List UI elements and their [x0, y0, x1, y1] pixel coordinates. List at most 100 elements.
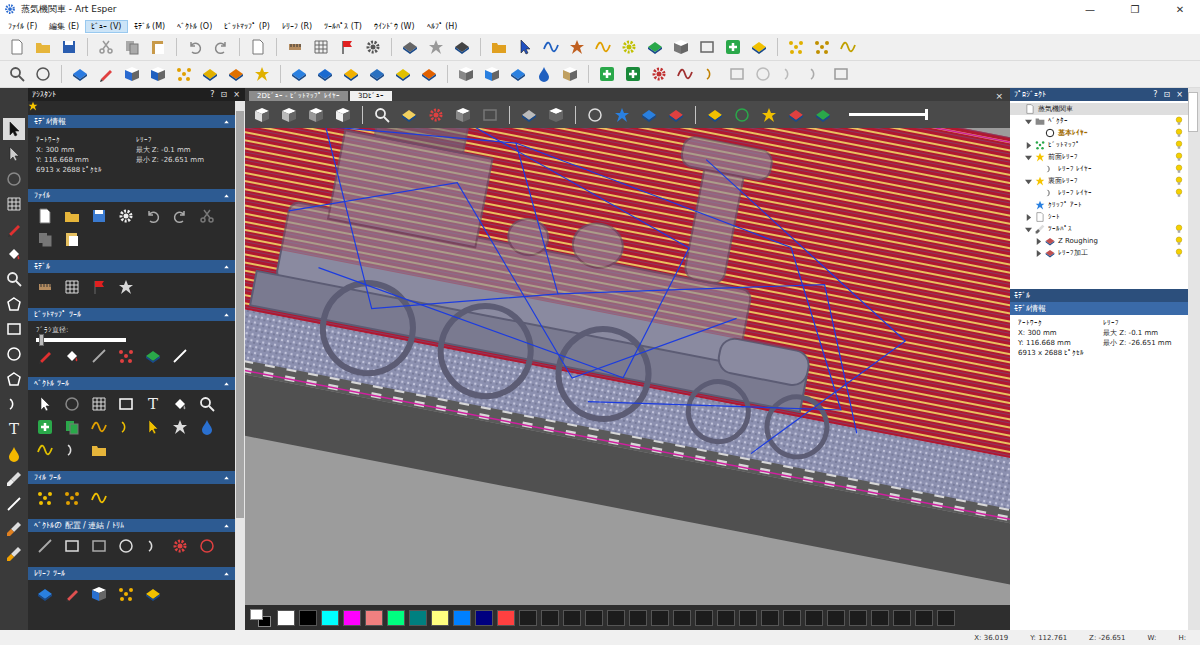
tool-button[interactable] [3, 293, 25, 315]
color-swatch[interactable] [739, 610, 757, 626]
color-swatch[interactable] [717, 610, 735, 626]
section-header[interactable]: ﾍﾞｸﾄﾙの 配置 / 連結 / ﾄﾘﾑ [28, 519, 235, 532]
tool-button[interactable] [144, 585, 162, 603]
tool-button[interactable] [90, 441, 108, 459]
tree-item[interactable]: ｼｰﾄ [1010, 211, 1188, 223]
tool-button[interactable] [63, 347, 81, 365]
tool-button[interactable] [3, 393, 25, 415]
tool-button[interactable] [117, 537, 135, 555]
tool-button[interactable] [3, 518, 25, 540]
tool-button[interactable] [117, 585, 135, 603]
color-swatch[interactable] [673, 610, 691, 626]
toolbar-button[interactable] [622, 63, 644, 85]
toolbar-button[interactable] [451, 36, 473, 58]
toolbar-button[interactable] [366, 63, 388, 85]
view-tool-button[interactable] [425, 104, 447, 126]
section-header[interactable]: ﾌｨﾙ ﾂｰﾙ [28, 471, 235, 484]
color-swatch[interactable] [321, 610, 339, 626]
tool-button[interactable] [117, 418, 135, 436]
tool-button[interactable] [63, 230, 81, 248]
color-swatch[interactable] [607, 610, 625, 626]
tool-button[interactable] [3, 368, 25, 390]
tool-button[interactable] [198, 395, 216, 413]
tool-button[interactable] [36, 207, 54, 225]
tool-button[interactable] [117, 278, 135, 296]
menu-item[interactable]: ﾓﾃﾞﾙ (M) [128, 20, 172, 33]
view-tab[interactable]: 2Dﾋﾞｭｰ - ﾋﾞｯﾄﾏｯﾌﾟ ﾚｲﾔｰ [249, 91, 348, 101]
toolbar-button[interactable] [481, 63, 503, 85]
toolbar-button[interactable] [251, 63, 273, 85]
panel-control[interactable]: × [1175, 90, 1184, 99]
window-control-button[interactable]: — [1070, 0, 1110, 18]
tool-button[interactable] [171, 537, 189, 555]
color-swatch[interactable] [453, 610, 471, 626]
tree-item[interactable]: ﾚﾘｰﾌ ﾚｲﾔｰ [1010, 187, 1188, 199]
color-swatch[interactable] [871, 610, 889, 626]
view-tool-button[interactable] [758, 104, 780, 126]
tree-item[interactable]: ﾂｰﾙﾊﾟｽ [1010, 223, 1188, 235]
view-tool-button[interactable] [305, 104, 327, 126]
color-swatch[interactable] [519, 610, 537, 626]
expand-toggle[interactable] [1024, 118, 1032, 125]
view-tool-button[interactable] [665, 104, 687, 126]
view-tool-button[interactable] [785, 104, 807, 126]
color-swatch[interactable] [915, 610, 933, 626]
toolbar-button[interactable] [32, 36, 54, 58]
menu-item[interactable]: ﾌｧｲﾙ (F) [2, 20, 43, 33]
toolbar-button[interactable] [752, 63, 774, 85]
color-swatch[interactable] [651, 610, 669, 626]
slider-track[interactable] [36, 338, 126, 342]
toolbar-button[interactable] [559, 63, 581, 85]
toolbar-button[interactable] [225, 63, 247, 85]
toolbar-button[interactable] [696, 36, 718, 58]
color-swatch[interactable] [475, 610, 493, 626]
toolbar-button[interactable] [618, 36, 640, 58]
toolbar-button[interactable] [592, 36, 614, 58]
view-tool-button[interactable] [371, 104, 393, 126]
toolbar-button[interactable] [121, 36, 143, 58]
tree-item[interactable]: 前面ﾚﾘｰﾌ [1010, 151, 1188, 163]
tool-button[interactable] [171, 347, 189, 365]
toolbar-button[interactable] [596, 63, 618, 85]
tool-button[interactable] [36, 418, 54, 436]
menu-item[interactable]: 編集 (E) [43, 19, 85, 34]
tool-button[interactable] [36, 230, 54, 248]
color-swatch[interactable] [937, 610, 955, 626]
toolbar-button[interactable] [284, 36, 306, 58]
toolbar-button[interactable] [455, 63, 477, 85]
tool-button[interactable] [3, 468, 25, 490]
expand-toggle[interactable] [1034, 250, 1042, 257]
tool-button[interactable] [63, 441, 81, 459]
color-swatch[interactable] [277, 610, 295, 626]
tree-item[interactable]: ﾚﾘｰﾌ加工 [1010, 247, 1188, 259]
tool-button[interactable] [3, 218, 25, 240]
color-swatch[interactable] [563, 610, 581, 626]
tool-button[interactable] [90, 278, 108, 296]
toolbar-button[interactable] [540, 36, 562, 58]
view-tool-button[interactable] [545, 104, 567, 126]
tool-button[interactable] [36, 278, 54, 296]
tool-button[interactable] [36, 585, 54, 603]
tool-button[interactable] [144, 418, 162, 436]
menu-item[interactable]: ﾍﾙﾌﾟ (H) [421, 20, 464, 33]
toolbar-button[interactable] [748, 36, 770, 58]
tree-item[interactable]: ﾋﾞｯﾄﾏｯﾌﾟ [1010, 139, 1188, 151]
toolbar-button[interactable] [418, 63, 440, 85]
color-swatch[interactable] [783, 610, 801, 626]
toolbar-button[interactable] [566, 36, 588, 58]
tool-button[interactable] [63, 537, 81, 555]
view-tool-button[interactable] [584, 104, 606, 126]
toolbar-button[interactable] [674, 63, 696, 85]
toolbar-button[interactable] [811, 36, 833, 58]
tool-button[interactable] [36, 395, 54, 413]
color-swatch[interactable] [827, 610, 845, 626]
color-swatch[interactable] [761, 610, 779, 626]
view-tool-button[interactable] [479, 104, 501, 126]
scrollbar-thumb[interactable] [236, 111, 244, 518]
tool-button[interactable] [198, 537, 216, 555]
toolbar-button[interactable] [310, 36, 332, 58]
toolbar-button[interactable] [670, 36, 692, 58]
tool-button[interactable] [3, 168, 25, 190]
tree-item[interactable]: Z Roughing [1010, 235, 1188, 247]
tree-item[interactable]: 裏面ﾚﾘｰﾌ [1010, 175, 1188, 187]
